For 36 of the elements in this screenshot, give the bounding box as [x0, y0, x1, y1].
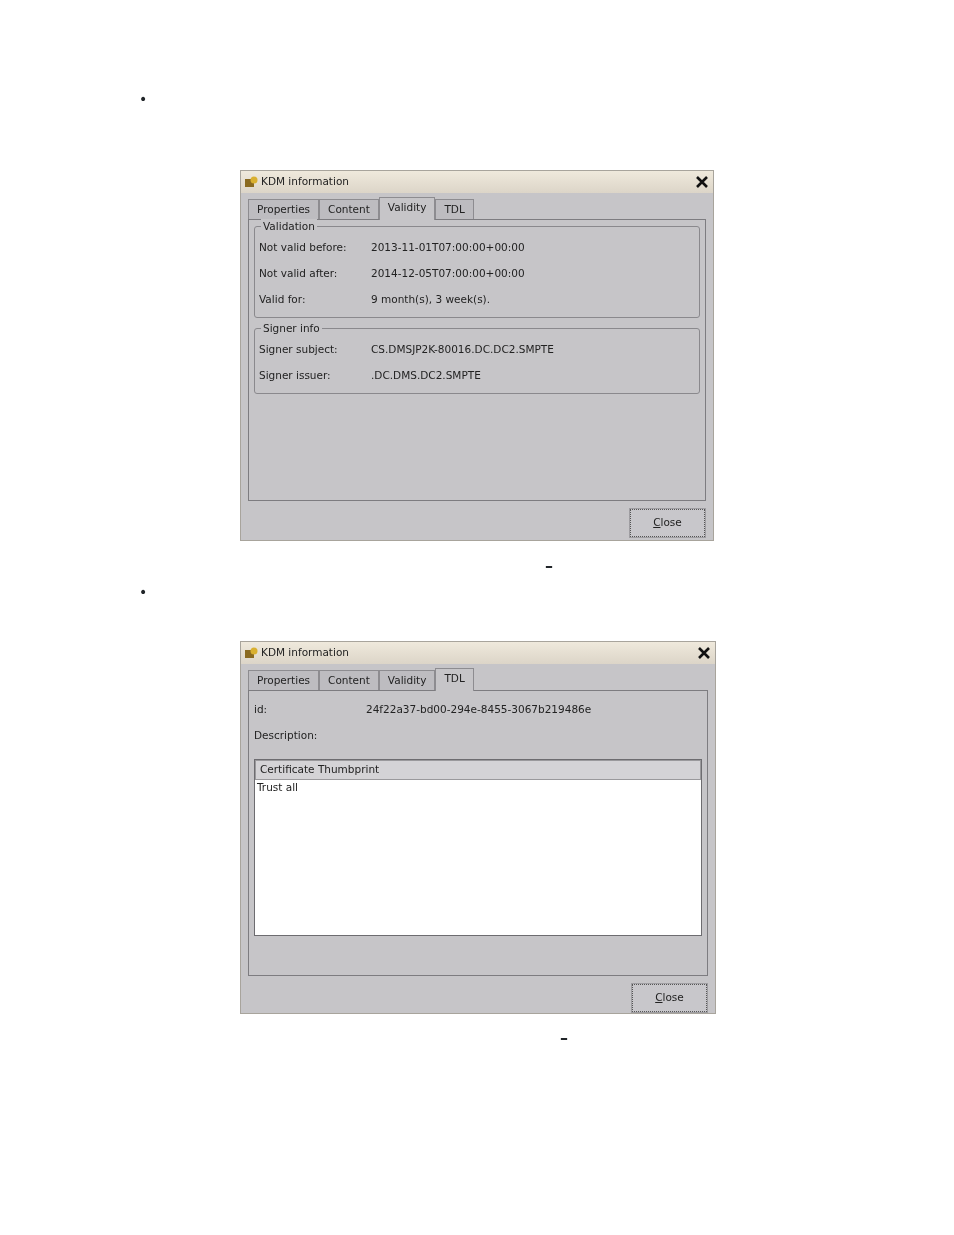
tab[interactable]: TDL [435, 668, 474, 691]
field-label: Signer subject: [259, 342, 339, 358]
tab[interactable]: Properties [248, 199, 320, 219]
field-value: 9 month(s), 3 week(s). [371, 292, 491, 308]
tab[interactable]: Content [319, 199, 379, 219]
field-label: Description: [254, 728, 319, 744]
field-value: CS.DMSJP2K-80016.DC.DC2.SMPTE [371, 342, 554, 358]
caption-mark: – [560, 1030, 568, 1046]
field-value: 2013-11-01T07:00:00+00:00 [371, 240, 525, 256]
close-button[interactable]: Close [630, 509, 705, 537]
close-icon[interactable] [695, 175, 709, 189]
bullet: • [139, 92, 148, 106]
field-value: .DC.DMS.DC2.SMPTE [371, 368, 481, 384]
column-header[interactable]: Certificate Thumbprint [255, 760, 701, 780]
close-icon[interactable] [697, 646, 711, 660]
window-title: KDM information [261, 174, 350, 190]
close-button[interactable]: Close [632, 984, 707, 1012]
tab[interactable]: Validity [378, 197, 436, 220]
tab[interactable]: TDL [435, 199, 474, 219]
field-label: Not valid before: [259, 240, 348, 256]
field-label: id: [254, 702, 269, 718]
app-icon [245, 176, 258, 188]
tab[interactable]: Content [319, 670, 379, 690]
bullet: • [139, 585, 148, 599]
list-item[interactable]: Trust all [255, 779, 701, 796]
field-label: Signer issuer: [259, 368, 332, 384]
app-icon [245, 647, 258, 659]
field-value: 2014-12-05T07:00:00+00:00 [371, 266, 525, 282]
tab[interactable]: Validity [378, 670, 436, 690]
group-title: Signer info [261, 321, 322, 337]
caption-mark: – [545, 558, 553, 574]
window-title: KDM information [261, 645, 350, 661]
field-label: Not valid after: [259, 266, 339, 282]
field-value: 24f22a37-bd00-294e-8455-3067b219486e [366, 702, 592, 718]
tab[interactable]: Properties [248, 670, 320, 690]
field-label: Valid for: [259, 292, 307, 308]
